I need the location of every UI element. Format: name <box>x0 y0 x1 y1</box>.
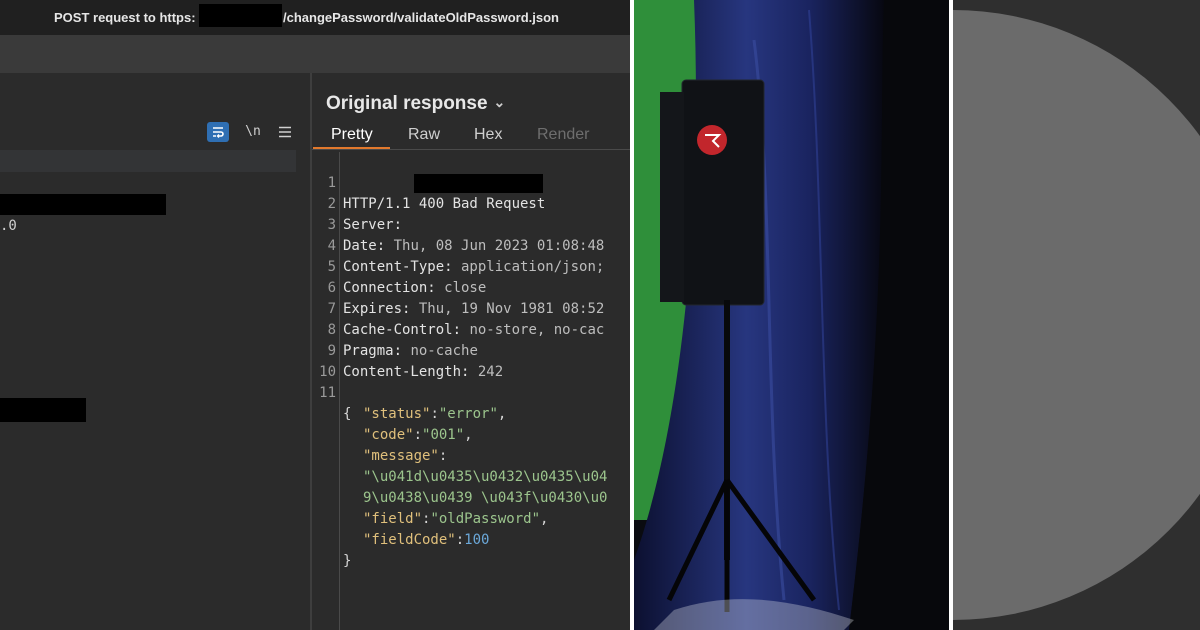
word-wrap-icon[interactable] <box>207 122 229 142</box>
json-key: "message" <box>363 448 439 464</box>
header-value: no-store, no-cac <box>461 322 605 338</box>
header-value: Thu, 08 Jun 2023 01:08:48 <box>385 238 605 254</box>
newline-toggle[interactable]: \n <box>243 122 263 142</box>
header-key: Server: <box>343 217 403 233</box>
header-key: Connection: <box>343 280 436 296</box>
json-key: "code" <box>363 427 414 443</box>
speaker-stand-photo <box>634 0 949 630</box>
redacted-host <box>199 4 282 27</box>
code-line: "\u041d\u0435\u0432\u0435\u04 <box>312 446 607 485</box>
chevron-down-icon: ⌄ <box>493 94 506 110</box>
json-key: "status" <box>363 406 431 422</box>
code-line: 7 Cache-Control: no-store, no-cac <box>312 278 605 338</box>
header-key: Content-Length: <box>343 364 470 380</box>
json-string: "001" <box>422 427 465 443</box>
speaker-cabinet <box>681 79 765 306</box>
window-titlebar: POST request to https: /changePassword/v… <box>0 0 630 35</box>
json-close-brace: } <box>343 553 352 569</box>
json-number: 100 <box>464 532 490 548</box>
response-view-selector[interactable]: Original response ⌄ <box>326 93 505 115</box>
code-line: "message": <box>363 448 448 464</box>
code-line: 1 HTTP/1.1 400 Bad Request <box>312 152 546 212</box>
json-string: "\u041d\u0435\u0432\u0435\u04 <box>363 469 608 485</box>
code-line: 4 Content-Type: application/json; <box>312 215 605 275</box>
http-tool-screenshot: POST request to https: /changePassword/v… <box>0 0 630 630</box>
json-key: "field" <box>363 511 423 527</box>
title-prefix: POST request to https: <box>54 10 196 25</box>
speaker-logo <box>697 125 727 155</box>
json-string: "error" <box>438 406 498 422</box>
redacted-request-text <box>0 194 166 215</box>
code-line: 11 { <box>312 362 351 422</box>
header-key: Date: <box>343 238 386 254</box>
code-line: "status":"error", <box>363 406 507 422</box>
code-line: 6 Expires: Thu, 19 Nov 1981 08:52 <box>312 257 605 317</box>
redacted-server <box>414 174 543 193</box>
json-string: "oldPassword" <box>430 511 541 527</box>
grey-disc-illustration <box>953 0 1200 630</box>
header-value: application/json; <box>452 259 605 275</box>
code-line: 3 Date: Thu, 08 Jun 2023 01:08:48 <box>312 194 605 254</box>
grey-disc-panel <box>953 0 1200 630</box>
code-line: 2 Server: <box>312 173 402 233</box>
photo-illustration <box>634 0 949 630</box>
header-key: Cache-Control: <box>343 322 462 338</box>
code-line: "code":"001", <box>363 427 473 443</box>
header-value: 242 <box>469 364 504 380</box>
title-suffix: /changePassword/validateOldPassword.json <box>283 10 559 25</box>
code-line: 8 Pragma: no-cache <box>312 299 478 359</box>
response-view-title: Original response <box>326 93 488 114</box>
json-string: 9\u0438\u0439 \u043f\u0430\u0 <box>363 490 608 506</box>
code-line: "fieldCode":100 <box>363 532 490 548</box>
tab-raw[interactable]: Raw <box>408 126 440 144</box>
code-line: 5 Connection: close <box>312 236 487 296</box>
code-line: } <box>312 530 351 569</box>
json-key: "fieldCode" <box>363 532 456 548</box>
header-key: Expires: <box>343 301 411 317</box>
tab-pretty[interactable]: Pretty <box>331 126 373 144</box>
toolbar-strip <box>0 35 630 73</box>
tab-hex[interactable]: Hex <box>474 126 502 144</box>
request-fragment: .0 <box>0 218 17 234</box>
selected-line-highlight <box>0 150 296 172</box>
tab-render: Render <box>537 126 590 143</box>
header-key: Content-Type: <box>343 259 453 275</box>
header-value: close <box>435 280 487 296</box>
header-value: Thu, 19 Nov 1981 08:52 <box>410 301 605 317</box>
header-key: Pragma: <box>343 343 403 359</box>
header-value: no-cache <box>402 343 478 359</box>
tabs-divider <box>312 149 630 150</box>
status-line: HTTP/1.1 400 Bad Request <box>343 196 546 212</box>
redacted-request-text-2 <box>0 398 86 422</box>
code-line: 10 <box>312 341 346 380</box>
grey-disc <box>953 10 1200 620</box>
hamburger-menu-icon[interactable] <box>276 122 294 142</box>
code-line: "field":"oldPassword", <box>363 511 549 527</box>
code-line: 9 Content-Length: 242 <box>312 320 504 380</box>
code-line: 9\u0438\u0439 \u043f\u0430\u0 <box>312 467 607 506</box>
